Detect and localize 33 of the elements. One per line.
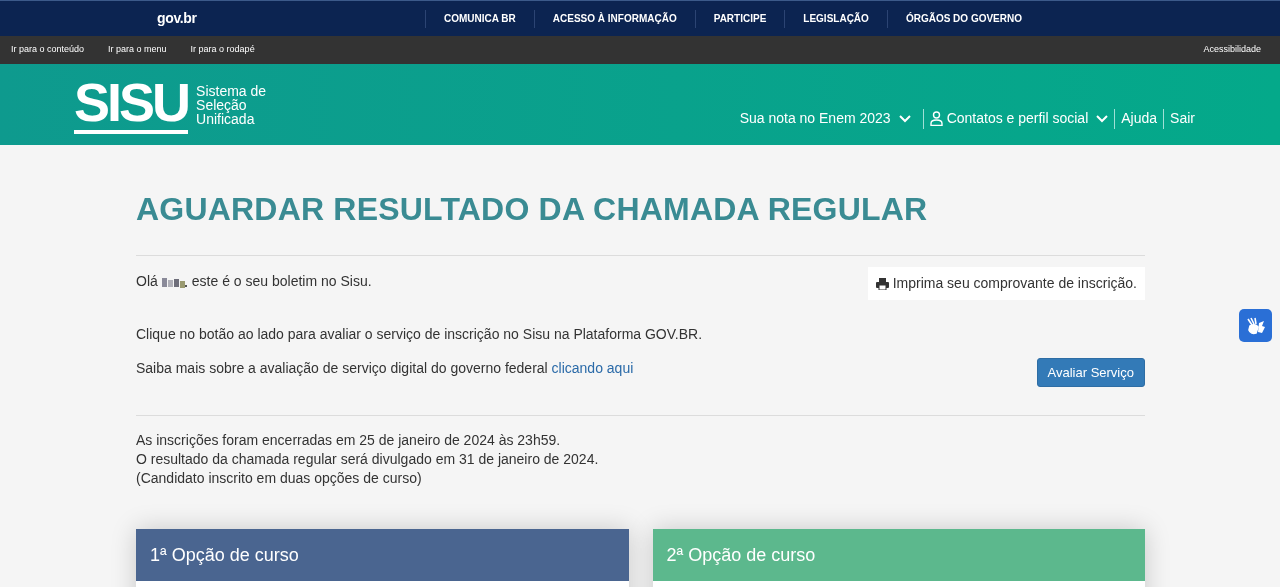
greeting-text: Olá <box>136 272 158 291</box>
greeting-text: este é o seu boletim no Sisu. <box>191 272 372 291</box>
evaluation-more-text: Saiba mais sobre a avaliação de serviço digital do governo federal clicando aqui <box>136 359 635 378</box>
sign-language-button[interactable] <box>1239 309 1272 342</box>
chevron-down-icon <box>898 114 911 123</box>
printer-icon <box>875 277 889 290</box>
page-title: AGUARDAR RESULTADO DA CHAMADA REGULAR <box>136 190 929 229</box>
course-option-title: 1ª Opção de curso <box>150 543 299 567</box>
logo-caption: Seleção <box>196 97 247 112</box>
gov-nav-link[interactable]: ÓRGÃOS DO GOVERNO <box>887 11 1040 26</box>
skip-link[interactable]: Ir para o menu <box>108 43 167 57</box>
gov-nav-link[interactable]: ACESSO À INFORMAÇÃO <box>534 11 695 26</box>
gov-nav-link[interactable]: PARTICIPE <box>695 11 785 26</box>
gov-logo[interactable]: gov.br <box>157 8 197 29</box>
user-icon <box>929 111 943 126</box>
gov-nav-link[interactable]: LEGISLAÇÃO <box>785 11 887 26</box>
evaluate-service-button[interactable]: Avaliar Serviço <box>1036 358 1145 387</box>
logo-caption: Sistema de <box>196 83 267 98</box>
skip-link[interactable]: Ir para o rodapé <box>190 43 255 57</box>
redacted-name <box>161 275 188 288</box>
info-text: (Candidato inscrito em duas opções de curso) <box>136 469 423 488</box>
course-option-title: 2ª Opção de curso <box>666 543 816 567</box>
accessibility-link[interactable]: Acessibilidade <box>1203 43 1261 57</box>
hands-icon <box>1245 316 1266 335</box>
info-text: O resultado da chamada regular será divulgado em 31 de janeiro de 2024. <box>136 450 600 469</box>
skip-link[interactable]: Ir para o conteúdo <box>11 43 85 57</box>
evaluation-text: Clique no botão ao lado para avaliar o serviço de inscrição no Sisu na Plataforma GOV.BR. <box>136 325 703 344</box>
chevron-down-icon <box>1096 114 1109 123</box>
print-receipt-link[interactable]: Imprima seu comprovante de inscrição. <box>867 267 1145 300</box>
logo-caption: Unificada <box>196 111 256 126</box>
info-text: As inscrições foram encerradas em 25 de janeiro de 2024 às 23h59. <box>136 431 562 450</box>
learn-more-link[interactable]: clicando aqui <box>551 360 634 376</box>
gov-nav-link[interactable]: COMUNICA BR <box>425 11 534 26</box>
